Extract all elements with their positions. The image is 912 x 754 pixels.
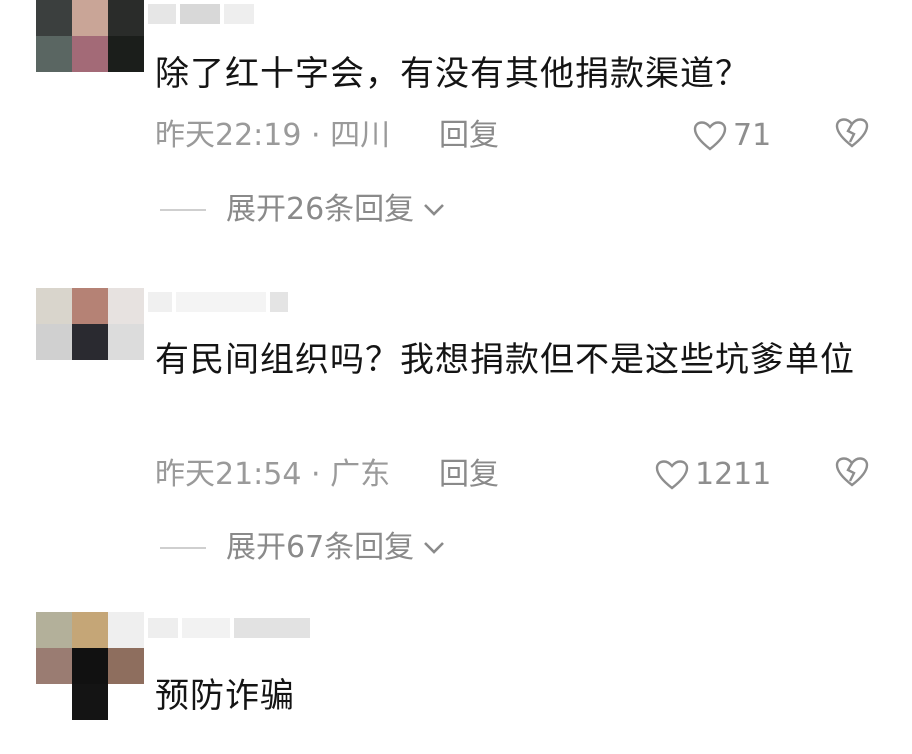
- comment-text: 有民间组织吗？我想捐款但不是这些坑爹单位: [155, 340, 855, 380]
- avatar[interactable]: [36, 288, 144, 360]
- comment-text: 预防诈骗: [155, 676, 295, 716]
- reply-button[interactable]: 回复: [439, 116, 499, 156]
- broken-heart-icon: [835, 457, 869, 487]
- comment-time-location: 昨天22:19 · 四川: [155, 118, 391, 153]
- comment-time-location: 昨天21:54 · 广东: [155, 457, 391, 492]
- expand-replies-button[interactable]: 展开67条回复: [160, 528, 446, 568]
- chevron-down-icon: [424, 204, 445, 216]
- like-count: 71: [733, 118, 772, 153]
- comment-meta: 昨天22:19 · 四川 回复 71: [155, 116, 875, 156]
- heart-outline-icon: [693, 121, 727, 151]
- dislike-button[interactable]: [835, 118, 869, 159]
- username-obscured[interactable]: [148, 618, 310, 638]
- avatar[interactable]: [36, 612, 144, 684]
- chevron-down-icon: [424, 542, 445, 554]
- comment-text: 除了红十字会，有没有其他捐款渠道？: [155, 54, 750, 94]
- heart-outline-icon: [655, 460, 689, 490]
- comment-meta: 昨天21:54 · 广东 回复 1211: [155, 455, 875, 495]
- like-count: 1211: [695, 457, 772, 492]
- divider-dash: [160, 209, 206, 211]
- username-obscured[interactable]: [148, 292, 288, 312]
- like-button[interactable]: 1211: [655, 455, 771, 495]
- expand-replies-label: 展开67条回复: [226, 530, 415, 565]
- avatar[interactable]: [36, 0, 144, 72]
- like-button[interactable]: 71: [693, 116, 771, 156]
- divider-dash: [160, 547, 206, 549]
- comment-item: 除了红十字会，有没有其他捐款渠道？ 昨天22:19 · 四川 回复 71 展开2…: [0, 0, 912, 260]
- reply-button[interactable]: 回复: [439, 455, 499, 495]
- expand-replies-button[interactable]: 展开26条回复: [160, 190, 446, 230]
- expand-replies-label: 展开26条回复: [226, 192, 415, 227]
- broken-heart-icon: [835, 118, 869, 148]
- dislike-button[interactable]: [835, 457, 869, 498]
- avatar-fragment: [72, 684, 108, 720]
- username-obscured[interactable]: [148, 4, 254, 24]
